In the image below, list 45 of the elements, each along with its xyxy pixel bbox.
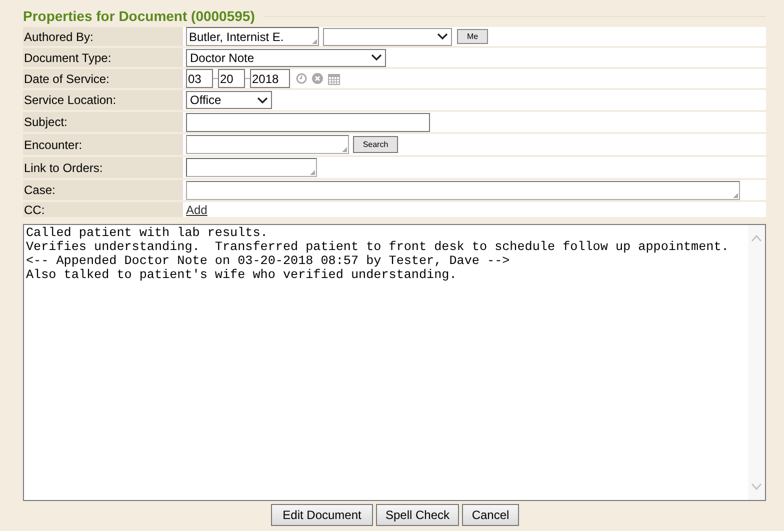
dropdown[interactable]: Office	[186, 91, 272, 109]
resize-grip-icon[interactable]	[310, 170, 315, 175]
subject-field[interactable]	[186, 112, 430, 132]
note-line: Verifies understanding. Transferred patient to front desk to schedule follow up appointment.	[26, 240, 729, 254]
field-label: CC:	[23, 202, 183, 217]
field-label: Service Location:	[23, 90, 183, 110]
me-button[interactable]: Me	[457, 29, 488, 44]
clear-icon[interactable]	[312, 73, 323, 84]
resize-grip-icon[interactable]	[312, 39, 317, 44]
field-label: Authored By:	[23, 27, 183, 46]
dropdown[interactable]: Doctor Note	[186, 48, 386, 66]
orders-field[interactable]	[186, 158, 317, 177]
note-textarea[interactable]	[23, 224, 766, 501]
search-button[interactable]: Search	[353, 136, 398, 153]
field-label: Case:	[23, 180, 183, 200]
dropdown-caret-icon	[437, 33, 448, 40]
dropdown-caret-icon	[257, 96, 268, 104]
encounter-field[interactable]	[186, 135, 349, 154]
action-button[interactable]: Cancel	[462, 504, 519, 526]
action-button[interactable]: Edit Document	[271, 504, 373, 526]
field-label: Document Type:	[23, 48, 183, 67]
day-field[interactable]: 20	[218, 69, 245, 88]
resize-grip-icon[interactable]	[342, 147, 347, 152]
author-field[interactable]: Butler, Internist E.	[186, 27, 319, 46]
scroll-up-icon[interactable]	[751, 235, 762, 242]
clock-icon[interactable]	[296, 73, 307, 84]
dropdown-caret-icon	[371, 54, 382, 61]
author-select[interactable]	[323, 28, 452, 46]
field-label: Subject:	[23, 112, 183, 132]
field-label: Encounter:	[23, 134, 183, 155]
section-title: Properties for Document (0000595)	[23, 6, 255, 26]
note-line: <-- Appended Doctor Note on 03-20-2018 08:57 by Tester, Dave -->	[26, 254, 510, 268]
scrollbar[interactable]	[748, 225, 765, 500]
field-label: Date of Service:	[23, 69, 183, 88]
resize-grip-icon[interactable]	[733, 192, 738, 198]
calendar-icon[interactable]	[328, 72, 340, 84]
year-field[interactable]: 2018	[250, 69, 290, 88]
field-label: Link to Orders:	[23, 157, 183, 178]
scroll-down-icon[interactable]	[751, 483, 762, 490]
month-field[interactable]: 03	[186, 69, 213, 88]
action-button[interactable]: Spell Check	[376, 504, 459, 526]
case-field[interactable]	[186, 180, 740, 200]
add-link[interactable]: Add	[186, 200, 208, 218]
note-line: Called patient with lab results.	[26, 226, 268, 240]
note-line: Also talked to patient's wife who verified understanding.	[26, 268, 457, 282]
